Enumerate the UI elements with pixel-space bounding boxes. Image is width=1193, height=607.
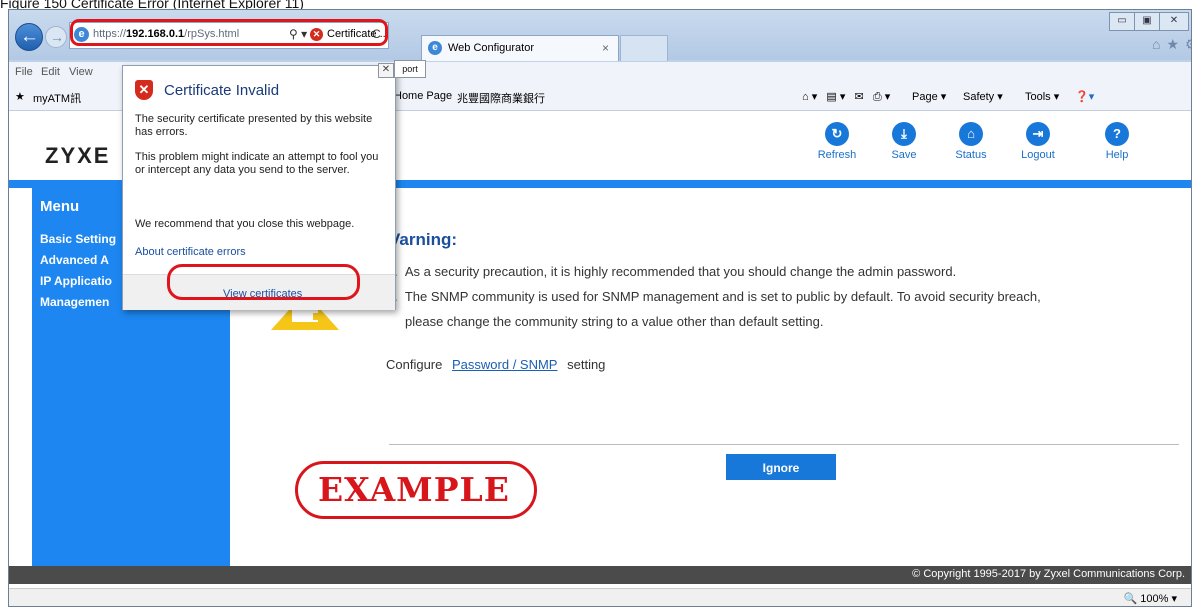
save-icon: ⤓ xyxy=(892,122,916,146)
new-tab-button[interactable] xyxy=(620,35,668,61)
maximize-button[interactable]: ▣ xyxy=(1134,12,1160,31)
favorite-bank[interactable]: 兆豐國際商業銀行 xyxy=(457,90,545,106)
save-button[interactable]: ⤓ Save xyxy=(874,122,934,161)
tab-label: Web Configurator xyxy=(448,42,535,54)
help-icon: ? xyxy=(1105,122,1129,146)
sidebar-item-ip-application[interactable]: IP Applicatio xyxy=(40,274,112,288)
warning-line-2: . The SNMP community is used for SNMP ma… xyxy=(394,289,1041,304)
help-menu-icon[interactable]: ❓▾ xyxy=(1075,90,1094,103)
back-button[interactable]: ← xyxy=(15,23,43,51)
warning-line-1: . As a security precaution, it is highly… xyxy=(394,264,957,279)
menu-edit[interactable]: Edit xyxy=(41,66,60,78)
zyxel-logo: ZYXE xyxy=(45,143,111,168)
home-favorites-tools-icons[interactable]: ⌂★⚙ xyxy=(1152,36,1191,53)
close-window-button[interactable]: ✕ xyxy=(1159,12,1189,31)
background-tab-label: port xyxy=(394,60,426,78)
refresh-button[interactable]: ↻ Refresh xyxy=(807,122,867,161)
address-bar-highlight xyxy=(70,19,388,46)
favorite-myatm[interactable]: myATM訊 xyxy=(33,90,81,106)
browser-window: ← → e https://192.168.0.1/rpSys.html ⚲ ▾… xyxy=(8,9,1192,607)
example-stamp: EXAMPLE xyxy=(295,461,537,519)
shield-error-icon: ✕ xyxy=(135,80,153,100)
logout-icon: ⇥ xyxy=(1026,122,1050,146)
copyright-text: © Copyright 1995-2017 by Zyxel Communica… xyxy=(912,568,1185,580)
help-button[interactable]: ? Help xyxy=(1087,122,1147,161)
warning-title: Varning: xyxy=(389,230,458,249)
safety-menu[interactable]: Safety ▾ xyxy=(963,90,1003,103)
popup-title: Certificate Invalid xyxy=(164,82,280,99)
command-bar-icons[interactable]: ⌂ ▾ ▤ ▾ ✉ ⎙ ▾ xyxy=(802,90,890,104)
ie-tab-icon: e xyxy=(428,41,442,55)
status-bar: 🔍 100% ▾ xyxy=(9,588,1191,606)
warning-triangle-dot xyxy=(313,313,320,320)
zoom-level[interactable]: 🔍 100% ▾ xyxy=(1124,592,1177,605)
popup-close-icon[interactable]: ✕ xyxy=(378,63,394,78)
window-controls: ▭ ▣ ✕ xyxy=(1109,12,1189,31)
arrow-right-icon: → xyxy=(50,29,64,45)
tools-menu[interactable]: Tools ▾ xyxy=(1025,90,1059,103)
content-divider xyxy=(389,444,1179,445)
status-icon: ⌂ xyxy=(959,122,983,146)
ignore-button[interactable]: Ignore xyxy=(726,454,836,480)
status-button[interactable]: ⌂ Status xyxy=(941,122,1001,161)
page-menu[interactable]: Page ▾ xyxy=(912,90,946,103)
popup-text-3: We recommend that you close this webpage… xyxy=(135,218,355,230)
tab-close-icon[interactable]: × xyxy=(602,41,609,55)
password-snmp-link[interactable]: Password / SNMP xyxy=(452,357,557,372)
sidebar-item-basic-setting[interactable]: Basic Setting xyxy=(40,232,116,246)
view-certificates-highlight xyxy=(167,264,360,300)
logout-button[interactable]: ⇥ Logout xyxy=(1008,122,1068,161)
menu-title: Menu xyxy=(40,198,80,215)
favorite-home-page[interactable]: Home Page xyxy=(394,90,452,102)
refresh-icon: ↻ xyxy=(825,122,849,146)
popup-text-1: The security certificate presented by th… xyxy=(135,113,373,138)
about-certificate-errors-link[interactable]: About certificate errors xyxy=(135,246,246,258)
menu-file[interactable]: File xyxy=(15,66,33,78)
forward-button[interactable]: → xyxy=(45,26,67,48)
tab-web-configurator[interactable]: e Web Configurator × xyxy=(421,35,619,61)
left-margin xyxy=(9,188,32,566)
sidebar-item-advanced[interactable]: Advanced A xyxy=(40,253,109,267)
minimize-button[interactable]: ▭ xyxy=(1109,12,1135,31)
sidebar-item-management[interactable]: Managemen xyxy=(40,295,109,309)
favorites-star-icon[interactable]: ★ xyxy=(15,90,25,103)
configure-line: Configure Password / SNMP setting xyxy=(386,357,606,372)
arrow-left-icon: ← xyxy=(20,26,39,47)
popup-text-2: This problem might indicate an attempt t… xyxy=(135,151,379,176)
footer-bar: © Copyright 1995-2017 by Zyxel Communica… xyxy=(9,566,1191,584)
warning-line-3: please change the community string to a … xyxy=(405,314,824,329)
menu-view[interactable]: View xyxy=(69,66,93,78)
